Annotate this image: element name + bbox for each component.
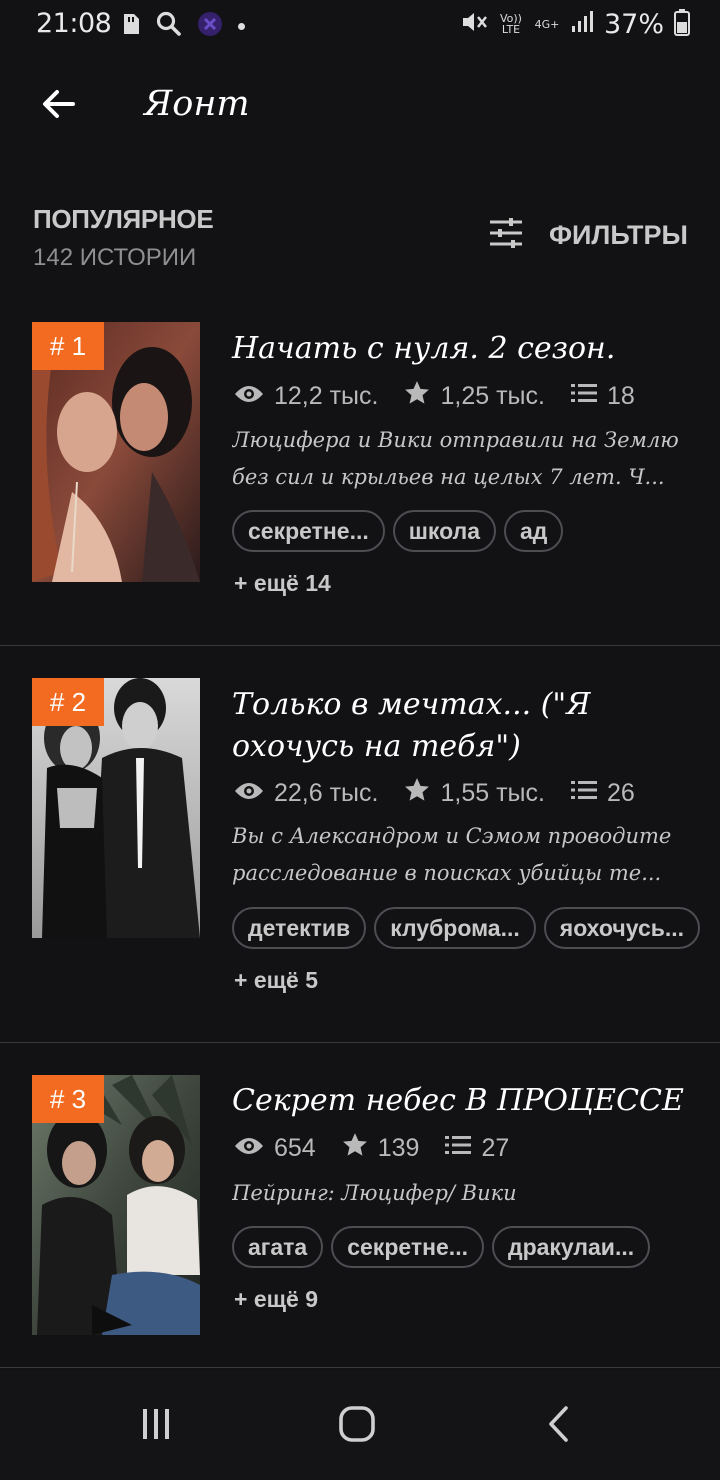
- story-description: Вы с Александром и Сэмом проводите рассл…: [232, 818, 692, 892]
- list-icon: [445, 1134, 472, 1163]
- rank-badge: # 2: [32, 678, 104, 726]
- tag-chip[interactable]: клуброма...: [374, 907, 536, 949]
- description-line: расследование в поисках убийцы те...: [232, 861, 662, 885]
- story-stats: 12,2 тыс. 1,25 тыс. 18: [234, 380, 661, 413]
- signal-icon: [570, 10, 594, 38]
- tag-list: секретне... школа ад + ещё 14: [232, 510, 702, 604]
- star-icon: [404, 380, 430, 413]
- sd-card-icon: [120, 12, 142, 40]
- star-icon: [404, 777, 430, 810]
- story-description: Пейринг: Люцифер/ Вики: [232, 1175, 692, 1212]
- views-stat: 654: [234, 1134, 316, 1163]
- story-stats: 22,6 тыс. 1,55 тыс. 26: [234, 777, 661, 810]
- app-bar: Яонт: [0, 60, 720, 156]
- parts-stat: 18: [570, 382, 635, 411]
- views-count: 22,6 тыс.: [274, 779, 379, 807]
- status-bar: 21:08 Vo)) LTE 4G+ 37%: [0, 0, 720, 50]
- parts-stat: 27: [445, 1134, 509, 1163]
- rank-badge: # 3: [32, 1075, 104, 1123]
- parts-count: 18: [606, 382, 635, 410]
- story-cover[interactable]: # 3: [32, 1075, 200, 1335]
- tag-chip[interactable]: агата: [232, 1226, 324, 1268]
- views-stat: 22,6 тыс.: [234, 779, 378, 808]
- votes-count: 139: [377, 1134, 420, 1162]
- tag-chip[interactable]: яохочусь...: [543, 907, 701, 949]
- home-button[interactable]: [317, 1398, 397, 1454]
- story-cover[interactable]: # 1: [32, 322, 200, 582]
- arrow-left-icon: [40, 86, 76, 126]
- tag-chip[interactable]: школа: [392, 510, 497, 552]
- story-cover[interactable]: # 2: [32, 678, 200, 938]
- page-title: Яонт: [144, 84, 250, 124]
- tag-chip[interactable]: секретне...: [331, 1226, 484, 1268]
- tag-chip[interactable]: дракулаи...: [491, 1226, 651, 1268]
- story-title[interactable]: Только в мечтах... ("Я охочусь на тебя"): [232, 684, 692, 768]
- recent-apps-button[interactable]: [116, 1398, 196, 1454]
- 4g-icon: 4G+: [534, 17, 560, 31]
- tag-chip[interactable]: детектив: [232, 907, 367, 949]
- tag-chip[interactable]: секретне...: [232, 510, 385, 552]
- votes-stat: 139: [342, 1132, 420, 1165]
- battery-icon: [674, 8, 690, 40]
- description-line: Вы с Александром и Сэмом проводите: [232, 824, 672, 848]
- description-line: Люцифера и Вики отправили на Землю: [232, 428, 679, 452]
- app-icon: [196, 10, 224, 42]
- status-time: 21:08: [36, 8, 112, 39]
- description-line: Пейринг: Люцифер/ Вики: [232, 1181, 517, 1205]
- list-icon: [570, 779, 597, 808]
- parts-stat: 26: [570, 779, 635, 808]
- views-count: 654: [274, 1134, 316, 1162]
- eye-icon: [234, 382, 264, 411]
- story-title[interactable]: Начать с нуля. 2 сезон.: [232, 328, 692, 370]
- votes-count: 1,55 тыс.: [440, 779, 545, 807]
- votes-count: 1,25 тыс.: [440, 382, 545, 410]
- more-tags[interactable]: + ещё 14: [232, 562, 702, 604]
- tag-list: агата секретне... дракулаи... + ещё 9: [232, 1226, 702, 1320]
- back-button[interactable]: [30, 78, 86, 134]
- description-line: без сил и крыльев на целых 7 лет. Ч...: [232, 465, 665, 489]
- status-right-icons: Vo)) LTE 4G+ 37%: [460, 8, 690, 40]
- volte-icon: Vo)) LTE: [499, 12, 522, 36]
- views-stat: 12,2 тыс.: [234, 382, 378, 411]
- story-count: 142 ИСТОРИИ: [33, 244, 197, 271]
- system-back-button[interactable]: [519, 1398, 599, 1454]
- battery-percent: 37%: [603, 8, 664, 40]
- story-stats: 654 139 27: [234, 1132, 535, 1165]
- home-icon: [338, 1405, 376, 1447]
- section-title: ПОПУЛЯРНОЕ: [33, 204, 214, 234]
- system-nav-bar: [0, 1370, 720, 1480]
- status-left-icons: [120, 10, 245, 42]
- more-tags[interactable]: + ещё 5: [232, 959, 318, 1001]
- story-description: Люцифера и Вики отправили на Землю без с…: [232, 422, 692, 496]
- dot-icon: [238, 22, 245, 30]
- filters-button[interactable]: ФИЛЬТРЫ: [489, 218, 688, 252]
- parts-count: 27: [481, 1134, 510, 1162]
- star-icon: [342, 1132, 368, 1165]
- sliders-icon: [489, 218, 523, 252]
- views-count: 12,2 тыс.: [274, 382, 379, 410]
- eye-icon: [234, 1134, 264, 1163]
- parts-count: 26: [606, 779, 635, 807]
- divider: [0, 1367, 720, 1368]
- tag-chip[interactable]: ад: [504, 510, 564, 552]
- votes-stat: 1,55 тыс.: [404, 777, 545, 810]
- eye-icon: [234, 779, 264, 808]
- filters-label: ФИЛЬТРЫ: [548, 219, 688, 250]
- more-tags[interactable]: + ещё 9: [232, 1278, 318, 1320]
- chevron-left-icon: [546, 1405, 572, 1447]
- divider: [0, 645, 720, 646]
- mute-icon: [460, 9, 488, 39]
- divider: [0, 1042, 720, 1043]
- section-header: ПОПУЛЯРНОЕ 142 ИСТОРИИ ФИЛЬТРЫ: [0, 196, 720, 286]
- tag-list: детектив клуброма... яохочусь... + ещё 5: [232, 907, 702, 1001]
- rank-badge: # 1: [32, 322, 104, 370]
- story-title[interactable]: Секрет небес В ПРОЦЕССЕ: [232, 1080, 692, 1122]
- recent-apps-icon: [138, 1406, 174, 1446]
- list-icon: [570, 382, 597, 411]
- search-icon: [156, 11, 182, 41]
- votes-stat: 1,25 тыс.: [404, 380, 545, 413]
